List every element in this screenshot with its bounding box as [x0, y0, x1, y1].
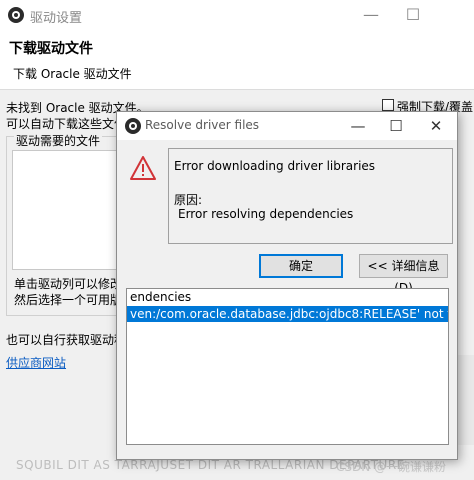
required-files-list[interactable] [12, 150, 124, 270]
vendor-website-link[interactable]: 供应商网站 [6, 354, 66, 371]
driver-settings-title: 驱动设置 [30, 11, 83, 26]
ok-button[interactable]: 确定 [259, 254, 343, 278]
error-message-box: Error downloading driver libraries 原因: E… [168, 148, 453, 244]
dialog-minimize-button[interactable]: — [339, 112, 377, 140]
dialog-title: Resolve driver files [145, 118, 260, 132]
dialog-app-icon [125, 118, 141, 134]
edit-version-hint: 单击驱动列可以修改 [14, 277, 123, 291]
manual-driver-text: 也可以自行获取驱动程 [6, 333, 127, 347]
choose-version-hint: 然后选择一个可用版 [14, 293, 123, 307]
details-text-area[interactable]: endencies ven:/com.oracle.database.jdbc:… [126, 288, 449, 445]
force-download-checkbox[interactable] [382, 99, 394, 111]
driver-settings-header: 下载驱动文件 下载 Oracle 驱动文件 [0, 30, 474, 90]
details-button[interactable]: << 详细信息(D) [359, 254, 448, 295]
dialog-titlebar: Resolve driver files — ☐ ✕ [117, 112, 457, 140]
error-warning-icon [130, 156, 156, 180]
auto-download-text: 可以自动下载这些文件 [6, 117, 127, 131]
minimize-button[interactable]: — [348, 0, 394, 30]
download-driver-subheading: 下载 Oracle 驱动文件 [13, 67, 132, 81]
app-icon [8, 7, 24, 23]
error-reason-label: 原因: [174, 193, 203, 207]
error-message-title: Error downloading driver libraries [174, 159, 376, 173]
csdn-watermark: CSDN @一碗谦谦粉 [336, 460, 447, 474]
details-line: endencies [130, 290, 192, 304]
resolve-driver-files-dialog: Resolve driver files — ☐ ✕ Error downloa… [116, 111, 458, 460]
download-driver-heading: 下载驱动文件 [9, 41, 93, 57]
driver-settings-titlebar: 驱动设置 — ☐ [0, 0, 474, 30]
error-reason-text: Error resolving dependencies [178, 207, 354, 221]
dialog-close-button[interactable]: ✕ [417, 112, 455, 140]
maximize-button[interactable]: ☐ [390, 0, 436, 30]
required-files-label: 驱动需要的文件 [14, 132, 103, 149]
details-selected-line: ven:/com.oracle.database.jdbc:ojdbc8:REL… [130, 307, 449, 321]
dialog-maximize-button[interactable]: ☐ [377, 112, 415, 140]
scrollbar[interactable] [457, 355, 474, 445]
